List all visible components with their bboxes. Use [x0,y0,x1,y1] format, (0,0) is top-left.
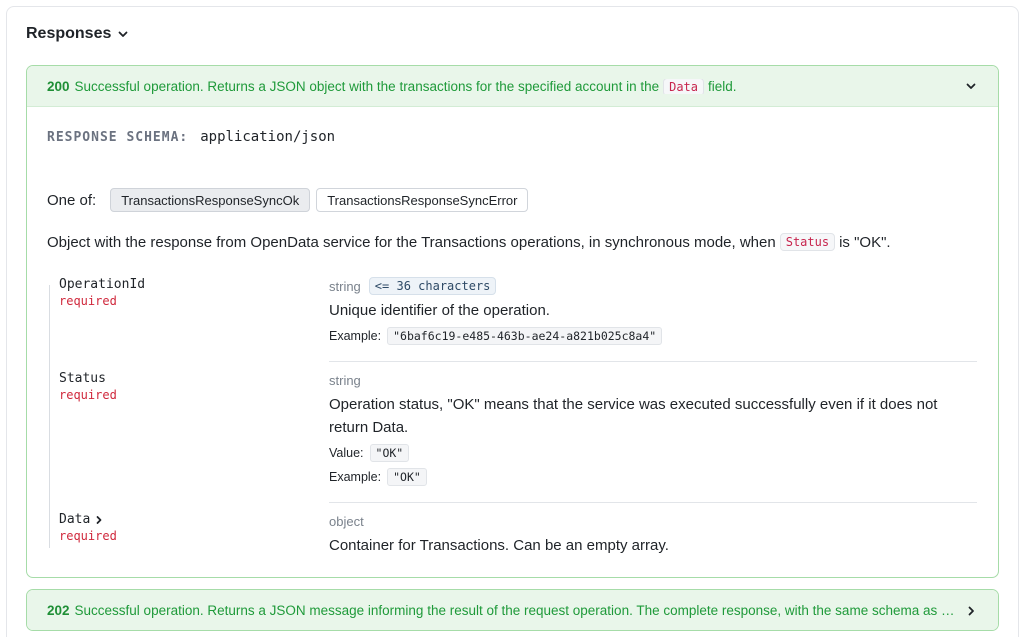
schema-description: Object with the response from OpenData s… [47,233,891,251]
property-type: string [329,278,361,294]
one-of-option-sync-ok[interactable]: TransactionsResponseSyncOk [110,188,311,212]
property-name: OperationId [59,277,146,292]
tree-line [49,285,50,548]
property-value: Value: "OK" [329,443,977,463]
property-description: Container for Transactions. Can be an em… [329,537,669,554]
chevron-down-icon [966,83,976,89]
chevron-right-icon [968,606,974,615]
property-name: Status [59,371,106,386]
response-summary: Successful operation. Returns a JSON obj… [74,78,737,94]
response-202: 202 Successful operation. Returns a JSON… [26,589,999,631]
one-of-option-sync-error[interactable]: TransactionsResponseSyncError [316,188,529,212]
one-of-label: One of: [47,191,97,209]
property-example: Example: "OK" [329,467,977,487]
required-label: required [59,529,117,543]
response-200-header[interactable]: 200 Successful operation. Returns a JSON… [27,66,998,107]
property-description: Unique identifier of the operation. [329,302,550,319]
property-description: Operation status, "OK" means that the se… [329,396,938,436]
example-value: "6baf6c19-e485-463b-ae24-a821b025c8a4" [387,327,663,345]
responses-section-toggle[interactable]: Responses [26,25,129,43]
response-code: 200 [47,78,70,94]
constraint-badge: <= 36 characters [368,277,497,295]
divider [329,502,977,503]
one-of-selector: One of: TransactionsResponseSyncOk Trans… [47,188,529,212]
response-summary: Successful operation. Returns a JSON mes… [74,603,956,618]
schema-label: RESPONSE SCHEMA: [47,130,189,145]
divider [329,361,977,362]
response-202-header[interactable]: 202 Successful operation. Returns a JSON… [27,590,998,630]
required-label: required [59,388,117,402]
section-title: Responses [26,25,112,42]
property-type: string [329,372,361,388]
enum-value: "OK" [369,444,410,462]
chevron-down-icon [118,31,128,37]
example-value: "OK" [387,468,427,486]
response-200: 200 Successful operation. Returns a JSON… [26,65,999,578]
response-code: 202 [47,603,70,618]
response-200-body: RESPONSE SCHEMA: application/json One of… [27,107,998,577]
inline-code-data: Data [663,78,704,94]
inline-code-status: Status [779,233,836,251]
property-example: Example: "6baf6c19-e485-463b-ae24-a821b0… [329,326,977,346]
property-type: object [329,513,364,529]
required-label: required [59,294,117,308]
chevron-right-icon [96,515,102,524]
response-schema: RESPONSE SCHEMA: application/json [47,129,335,145]
schema-content-type: application/json [200,129,336,145]
property-data-toggle[interactable]: Data [59,512,104,527]
